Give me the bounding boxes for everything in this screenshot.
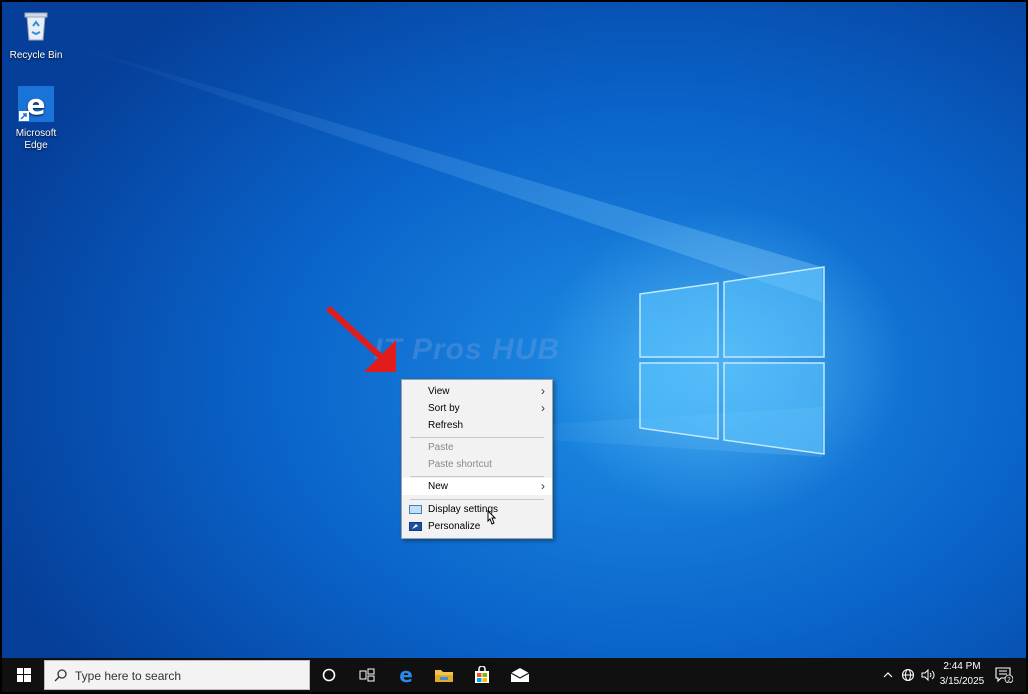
- cortana-icon: [322, 668, 336, 682]
- volume-button[interactable]: [918, 658, 938, 692]
- task-view-button[interactable]: [350, 658, 384, 692]
- desktop[interactable]: IT Pros HUB Recycle Bin e Microsoft Edge: [2, 2, 1026, 658]
- mail-icon: [510, 668, 530, 682]
- clock[interactable]: 2:44 PM 3/15/2025: [936, 661, 988, 687]
- menu-item-refresh[interactable]: Refresh: [402, 417, 552, 434]
- wallpaper-light-beams: [62, 42, 825, 457]
- menu-item-display-settings[interactable]: Display settings: [402, 501, 552, 518]
- search-icon: [54, 669, 67, 682]
- desktop-context-menu: View › Sort by › Refresh Paste Paste sho…: [401, 379, 553, 539]
- cortana-button[interactable]: [312, 658, 346, 692]
- edge-icon: e: [399, 665, 413, 685]
- start-button[interactable]: [6, 658, 42, 692]
- show-hidden-icons-button[interactable]: [880, 658, 896, 692]
- recycle-bin-icon: [24, 12, 48, 41]
- menu-item-paste-shortcut[interactable]: Paste shortcut: [402, 456, 552, 473]
- taskbar-store-button[interactable]: [464, 658, 500, 692]
- action-center-button[interactable]: 2: [990, 658, 1018, 692]
- taskbar-edge-button[interactable]: e: [388, 658, 424, 692]
- personalize-icon: [409, 522, 422, 531]
- menu-item-view[interactable]: View ›: [402, 383, 552, 400]
- windows-start-icon: [17, 668, 31, 682]
- screen-frame: IT Pros HUB Recycle Bin e Microsoft Edge: [0, 0, 1028, 694]
- taskbar: Type here to search e 2:44 PM 3/15/2025 …: [2, 658, 1026, 692]
- notification-icon: 2: [995, 667, 1013, 683]
- menu-item-sort-by[interactable]: Sort by ›: [402, 400, 552, 417]
- network-button[interactable]: [898, 658, 918, 692]
- desktop-icon-recycle-bin[interactable]: Recycle Bin: [4, 8, 68, 62]
- mouse-cursor-icon: [487, 510, 497, 525]
- menu-item-new[interactable]: New ›: [402, 478, 552, 495]
- taskbar-mail-button[interactable]: [502, 658, 538, 692]
- speaker-icon: [921, 669, 935, 681]
- display-icon: [409, 505, 422, 514]
- search-placeholder: Type here to search: [75, 669, 182, 683]
- task-view-icon: [359, 668, 375, 682]
- desktop-icon-edge[interactable]: e Microsoft Edge: [4, 86, 68, 152]
- windows-logo: [639, 266, 825, 455]
- taskbar-search-box[interactable]: Type here to search: [44, 660, 310, 690]
- svg-text:e: e: [27, 88, 46, 121]
- menu-separator: [410, 437, 544, 438]
- desktop-icon-label-line2: Edge: [24, 140, 48, 151]
- chevron-up-icon: [883, 672, 893, 678]
- globe-icon: [901, 668, 915, 682]
- chevron-right-icon: ›: [541, 479, 545, 493]
- svg-text:e: e: [399, 665, 413, 685]
- edge-icon: e: [18, 86, 54, 122]
- notification-count: 2: [1007, 677, 1011, 684]
- file-explorer-icon: [435, 670, 453, 682]
- watermark: IT Pros HUB: [374, 333, 561, 366]
- clock-date: 3/15/2025: [939, 676, 985, 687]
- menu-item-personalize[interactable]: Personalize: [402, 518, 552, 535]
- clock-time: 2:44 PM: [943, 661, 981, 672]
- desktop-icon-label-line1: Microsoft: [15, 128, 57, 139]
- menu-separator: [410, 476, 544, 477]
- taskbar-file-explorer-button[interactable]: [426, 658, 462, 692]
- chevron-right-icon: ›: [541, 401, 545, 415]
- store-icon: [475, 666, 489, 683]
- menu-item-paste[interactable]: Paste: [402, 439, 552, 456]
- annotation-arrow: [325, 305, 396, 372]
- desktop-icon-label: Recycle Bin: [9, 50, 63, 61]
- chevron-right-icon: ›: [541, 384, 545, 398]
- menu-separator: [410, 499, 544, 500]
